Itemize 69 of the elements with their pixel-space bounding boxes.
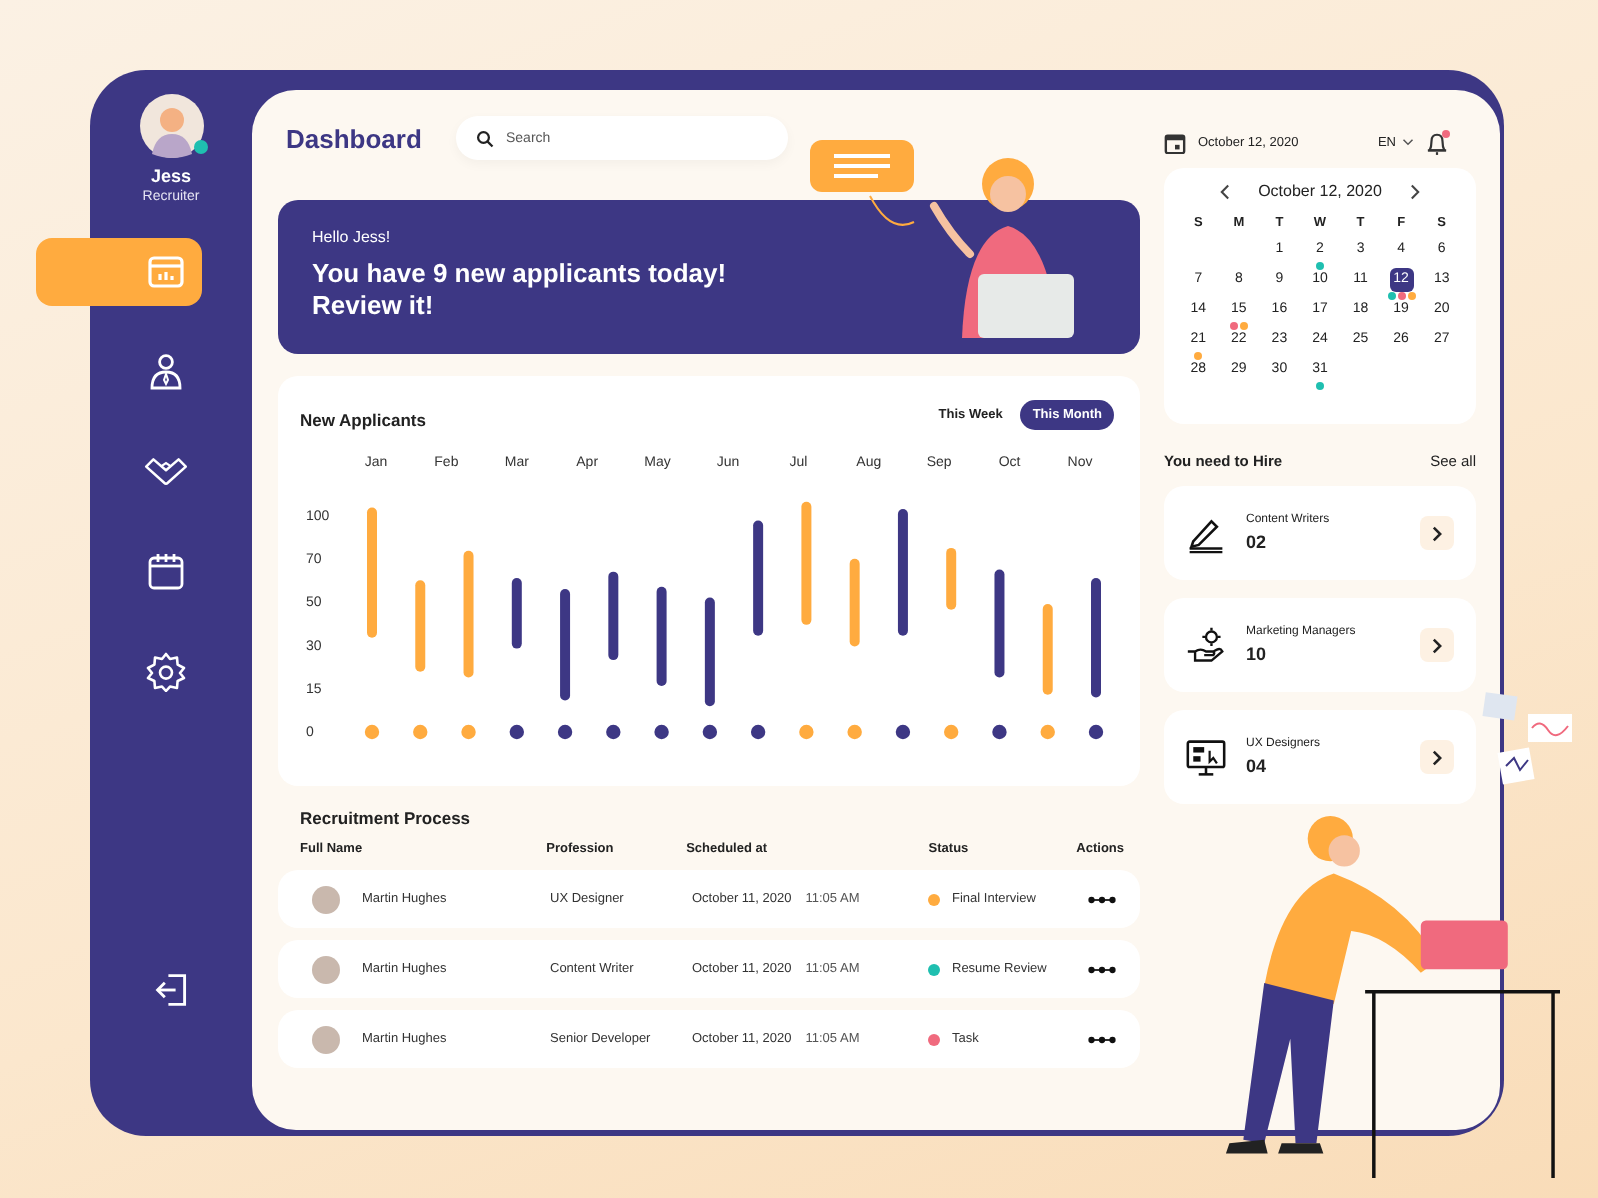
avatar-placeholder [312,885,340,913]
range-bar [1091,578,1101,698]
chart-dot [895,724,911,740]
range-bar [656,586,667,687]
settings-icon [146,652,186,692]
chart-dot [1040,724,1055,740]
more-icon[interactable] [1087,895,1115,903]
chart-dot [557,724,573,740]
chevron-right-icon[interactable] [1409,183,1420,199]
user-avatar [139,94,203,158]
greeting-text: Hello Jess! [312,228,393,246]
chart-dot [606,724,621,740]
chart-dot [750,724,766,740]
dashboard-icon [146,252,186,292]
range-bar [946,547,957,610]
chevron-right-icon [1432,749,1442,765]
range-bar [608,571,619,661]
calendar-icon [1164,131,1186,153]
chart-dot [847,724,862,740]
chevron-left-icon[interactable] [1220,183,1231,199]
chart-dot [944,724,959,740]
monitor-icon [1186,737,1226,777]
range-bar [849,558,860,647]
more-icon[interactable] [1087,965,1115,973]
chart-dot [413,724,428,740]
range-bar [801,501,812,625]
chevron-right-icon [1432,525,1442,541]
section-title: Recruitment Process [298,808,473,828]
open-button[interactable] [1420,516,1454,550]
chart-dot [509,724,524,740]
open-positions-count: 04 [1246,756,1269,776]
caret-icon [1402,138,1414,146]
chart-dot [654,724,669,740]
range-bar [994,569,1005,678]
chart-dot [1088,724,1104,740]
bell-icon[interactable] [1426,129,1448,155]
search-icon [476,129,494,147]
chart-dot [799,724,814,740]
range-bar [753,520,764,636]
hand-with-gear-icon [1186,625,1226,665]
person-icon [146,352,186,392]
user-name: Jess [150,166,192,186]
range-bar [897,509,908,636]
range-bar [1042,604,1053,695]
page-title: Dashboard [286,123,424,153]
chevron-right-icon [1432,637,1442,653]
open-positions-count: 02 [1246,532,1269,552]
chart-dot [461,724,476,740]
chart-dot [702,724,718,740]
range-bar [367,507,377,638]
chart-dot [364,724,380,740]
range-bar [704,597,715,707]
range-bar [560,588,571,701]
chart-title: New Applicants [300,409,426,429]
handshake-icon [144,454,188,490]
open-button[interactable] [1420,740,1454,774]
chart-dot [992,724,1007,740]
avatar-placeholder [312,1025,340,1053]
range-bar [511,578,522,649]
range-bar [463,550,474,678]
open-positions-count: 10 [1246,644,1269,664]
banner-message: You have 9 new applicants today! Review it! [312,258,729,322]
avatar-placeholder [312,955,340,983]
range-bar [415,580,426,672]
open-button[interactable] [1420,628,1454,662]
calendar-title: October 12, 2020 [1258,182,1382,200]
calendar-icon [146,552,186,592]
more-icon[interactable] [1087,1035,1115,1043]
logout-icon[interactable] [153,972,189,1008]
